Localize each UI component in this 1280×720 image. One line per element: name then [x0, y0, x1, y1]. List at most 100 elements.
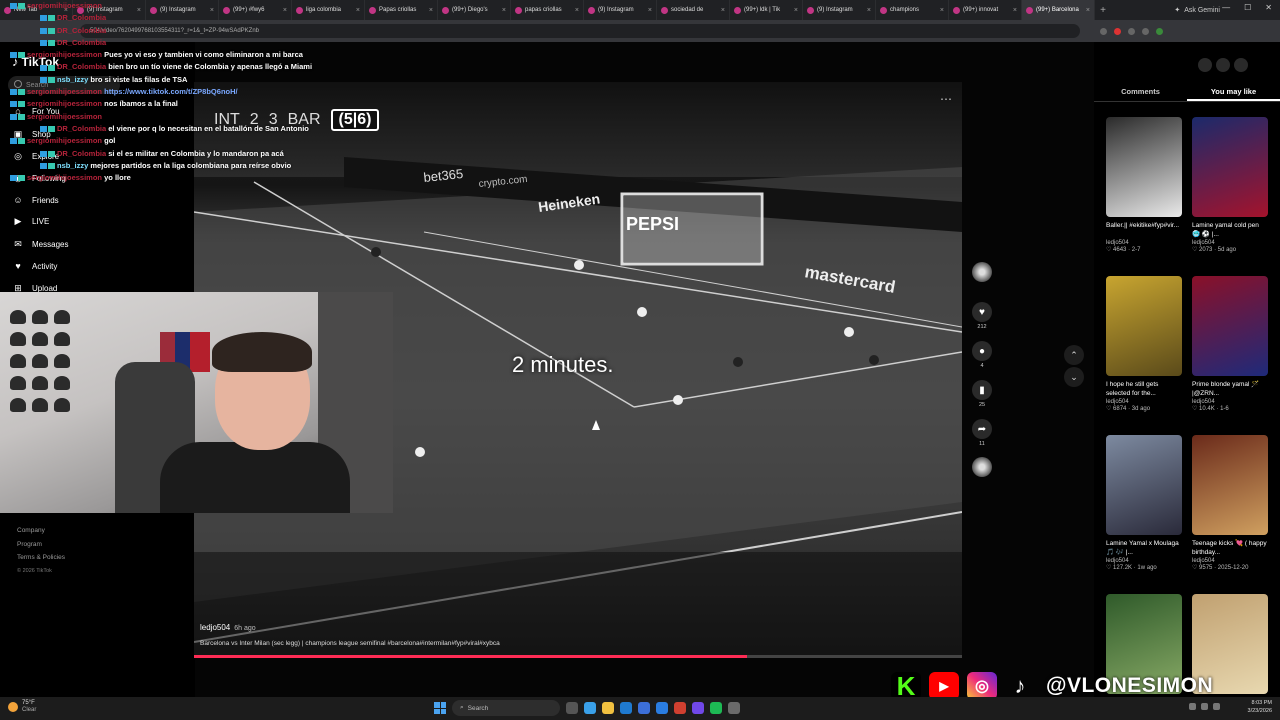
close-tab-icon[interactable]: ×	[356, 7, 360, 14]
extension-icon[interactable]	[1100, 27, 1107, 35]
previous-video-button[interactable]: ⌃	[1064, 345, 1084, 365]
minimize-icon[interactable]: —	[1222, 3, 1230, 12]
footer-program-link[interactable]: Program	[17, 538, 65, 552]
task-view-icon[interactable]	[566, 702, 578, 714]
browser-tab[interactable]: sociedad de ×	[657, 0, 730, 20]
browser-tab[interactable]: Papas criollas ×	[365, 0, 438, 20]
video-thumbnail[interactable]	[1192, 276, 1268, 376]
browser-tab[interactable]: (9) Instagram ×	[584, 0, 657, 20]
recommended-video-card[interactable]: Baller.|| #ekitike#fyp#vir... ledjo504 ♡ 4…	[1106, 117, 1182, 253]
close-tab-icon[interactable]: ×	[721, 7, 725, 14]
video-thumbnail[interactable]	[1192, 435, 1268, 535]
browser-tab[interactable]: papas criollas ×	[511, 0, 584, 20]
tab-you-may-like[interactable]: You may like	[1187, 82, 1280, 101]
save-button[interactable]: ▮ 25	[970, 380, 994, 408]
app-icon[interactable]	[674, 702, 686, 714]
control-icon[interactable]	[1198, 58, 1212, 72]
recommended-video-card[interactable]: Lamine Yamal x Moulaga 🎵 🎶 |... ledjo504 ♡…	[1106, 435, 1182, 571]
footer-company-link[interactable]: Company	[17, 524, 65, 538]
close-tab-icon[interactable]: ×	[940, 7, 944, 14]
chat-text: el viene por q lo necesitan en el batall…	[108, 123, 309, 133]
video-nav-arrows: ⌃ ⌄	[1064, 345, 1084, 405]
tab-label: (9) Instagram	[598, 7, 634, 13]
share-button[interactable]: ➦ 11	[970, 419, 994, 447]
close-tab-icon[interactable]: ×	[1086, 7, 1090, 14]
recommended-video-card[interactable]: Teenage kicks 💘 ( happy birthday... ledjo…	[1192, 435, 1268, 571]
video-thumbnail[interactable]	[1106, 276, 1182, 376]
wifi-icon[interactable]	[1201, 703, 1208, 710]
close-tab-icon[interactable]: ×	[794, 7, 798, 14]
comment-button[interactable]: ● 4	[970, 341, 994, 369]
tray-icon[interactable]	[1189, 703, 1196, 710]
chat-badge-icon	[40, 15, 47, 22]
mouse-cursor-icon	[592, 420, 600, 430]
tab-label: champions	[890, 7, 920, 13]
extension-icon[interactable]	[1114, 27, 1121, 35]
file-explorer-icon[interactable]	[602, 702, 614, 714]
extension-icon[interactable]	[1142, 27, 1149, 35]
nav-item-activity[interactable]: ♥ Activity	[12, 260, 57, 272]
windows-start-icon[interactable]	[434, 702, 446, 714]
more-options-icon[interactable]: ⋯	[940, 92, 952, 106]
browser-tab[interactable]: (99+) ldk | Tik ×	[730, 0, 803, 20]
browser-tab[interactable]: (99+) Diego's ×	[438, 0, 511, 20]
profile-icon[interactable]	[1234, 58, 1248, 72]
chat-badge-icon	[10, 52, 17, 59]
profile-avatar[interactable]	[1156, 27, 1163, 35]
volume-icon[interactable]	[1213, 703, 1220, 710]
chat-message: sergiomihijoessimon nos íbamos a la fina…	[10, 98, 340, 110]
new-tab-button[interactable]: +	[1095, 5, 1111, 16]
maximize-icon[interactable]: ☐	[1244, 3, 1251, 12]
close-tab-icon[interactable]: ×	[575, 7, 579, 14]
tab-comments[interactable]: Comments	[1094, 82, 1187, 101]
next-video-button[interactable]: ⌄	[1064, 367, 1084, 387]
video-author-link[interactable]: ledjo504	[200, 623, 230, 632]
taskbar-clock[interactable]: 8:03 PM 3/23/2026	[1248, 699, 1272, 715]
app-icon[interactable]	[656, 702, 668, 714]
chat-message: sergiomihijoessimon	[10, 0, 340, 12]
card-meta: ♡ 4643 · 2-7	[1106, 247, 1141, 253]
close-icon[interactable]: ✕	[1265, 3, 1272, 12]
ask-gemini-button[interactable]: ✦ Ask Gemini	[1174, 6, 1220, 15]
footer-terms-link[interactable]: Terms & Policies	[17, 551, 65, 565]
browser-tab[interactable]: (9) Instagram ×	[803, 0, 876, 20]
close-tab-icon[interactable]: ×	[429, 7, 433, 14]
browser-tab[interactable]: (99+) innovat ×	[949, 0, 1022, 20]
spotify-icon[interactable]	[710, 702, 722, 714]
video-progress-fill	[194, 655, 747, 658]
video-thumbnail[interactable]	[1106, 117, 1182, 217]
chat-badge-icon	[18, 175, 25, 182]
close-tab-icon[interactable]: ×	[502, 7, 506, 14]
card-title: Prime blonde yamal 🪄 |@ZRN...	[1192, 381, 1260, 397]
video-progress-bar[interactable]	[194, 655, 962, 658]
chrome-icon[interactable]	[584, 702, 596, 714]
control-icon[interactable]	[1216, 58, 1230, 72]
tab-favicon-icon	[661, 6, 668, 14]
store-icon[interactable]	[638, 702, 650, 714]
browser-tab[interactable]: champions ×	[876, 0, 949, 20]
like-button[interactable]: ♥ 212	[970, 302, 994, 330]
app-icon[interactable]	[728, 702, 740, 714]
extension-icon[interactable]	[1128, 27, 1135, 35]
close-tab-icon[interactable]: ×	[867, 7, 871, 14]
sound-avatar[interactable]	[970, 457, 994, 477]
close-tab-icon[interactable]: ×	[1013, 7, 1017, 14]
weather-widget[interactable]: 75°F Clear	[8, 700, 36, 714]
chat-message: sergiomihijoessimon yo llore	[10, 172, 340, 184]
video-thumbnail[interactable]	[1106, 435, 1182, 535]
edge-icon[interactable]	[620, 702, 632, 714]
recommended-video-card[interactable]: Prime blonde yamal 🪄 |@ZRN... ledjo504 ♡ 1…	[1192, 276, 1268, 412]
close-tab-icon[interactable]: ×	[648, 7, 652, 14]
creator-avatar[interactable]	[970, 262, 994, 282]
chat-text: bien bro un tío viene de Colombia y apen…	[108, 62, 313, 72]
chat-message: sergiomihijoessimon gol	[10, 135, 340, 147]
recommended-video-card[interactable]: I hope he still gets selected for the...…	[1106, 276, 1182, 412]
app-icon[interactable]	[692, 702, 704, 714]
recommended-video-card[interactable]: Lamine yamal cold pen 🥶 ⚽ |... ledjo504 ♡ …	[1192, 117, 1268, 253]
browser-tab[interactable]: (99+) Barcelona ×	[1022, 0, 1095, 20]
hat-wall	[10, 310, 70, 420]
weather-icon	[8, 702, 18, 712]
video-thumbnail[interactable]	[1192, 117, 1268, 217]
taskbar-search[interactable]: ⌕ Search	[452, 700, 560, 716]
chat-username: sergiomihijoessimon	[27, 50, 103, 60]
